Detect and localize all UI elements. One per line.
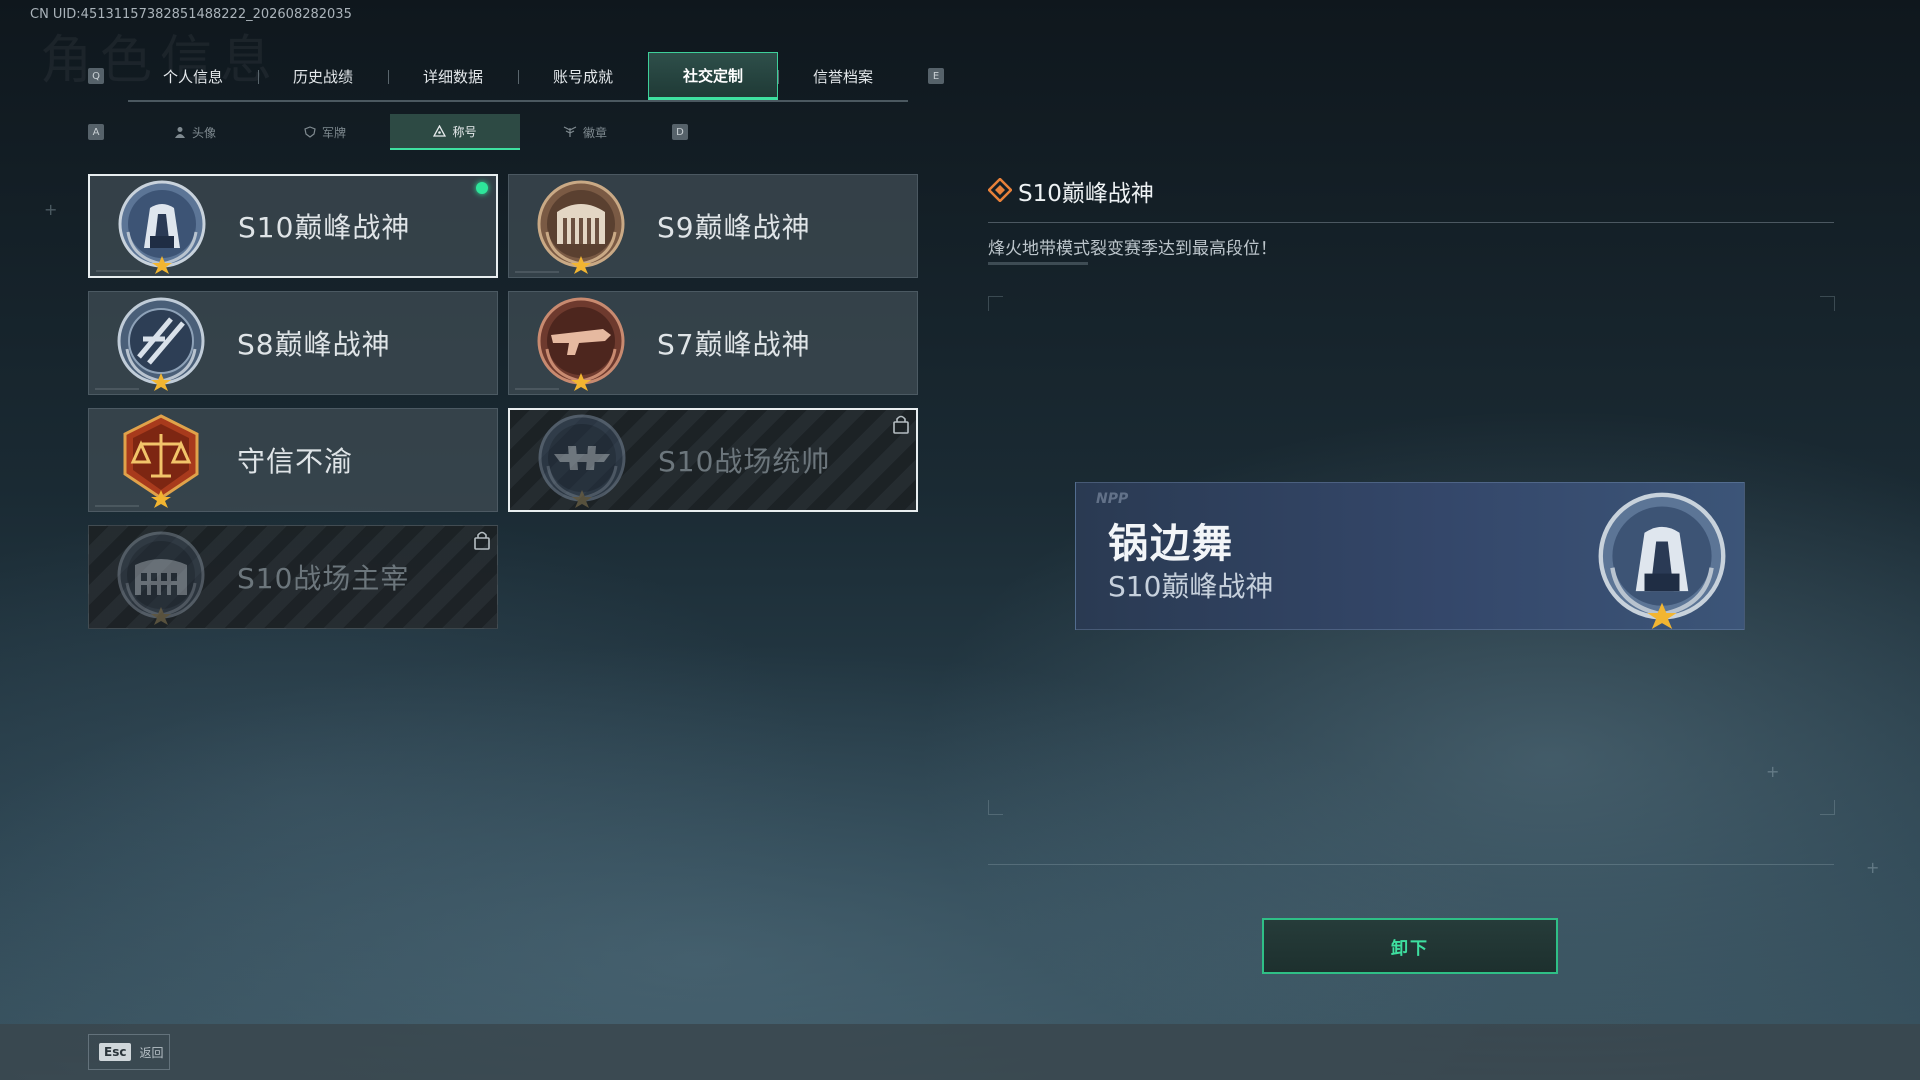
tab-detailed-data[interactable]: 详细数据 — [388, 52, 518, 100]
title-diamond-icon — [988, 178, 1012, 202]
sub-tabs: 头像 军牌 称号 徽章 — [130, 114, 650, 150]
frame-corner — [1820, 800, 1835, 815]
unequip-button[interactable]: 卸下 — [1262, 918, 1558, 974]
tower-emblem-icon — [1598, 492, 1726, 629]
card-decoration — [95, 505, 139, 507]
prev-tab-key[interactable]: Q — [88, 68, 104, 84]
main-tabs: 个人信息 历史战绩 详细数据 账号成就 社交定制 信誉档案 — [128, 52, 908, 102]
shield-icon — [304, 126, 316, 138]
crosshair-decoration: + — [1766, 762, 1780, 781]
title-card-s10-dominator[interactable]: S10战场主宰 — [88, 525, 498, 629]
subtab-avatar[interactable]: 头像 — [130, 114, 260, 150]
frame-corner — [988, 296, 1003, 311]
title-name: 守信不渝 — [237, 445, 354, 478]
esc-key: Esc — [99, 1043, 132, 1061]
subtab-label: 军牌 — [321, 125, 346, 140]
title-card-integrity[interactable]: 守信不渝 — [88, 408, 498, 512]
gate-emblem-icon — [537, 180, 625, 274]
slash-emblem-icon — [117, 297, 205, 391]
wings-icon — [563, 126, 577, 137]
card-decoration — [515, 271, 559, 273]
scales-emblem-icon — [123, 414, 199, 508]
aircraft-emblem-icon — [538, 414, 626, 508]
crosshair-decoration: + — [1866, 858, 1880, 877]
banner-player-name: 锅边舞 — [1108, 521, 1234, 567]
tab-history[interactable]: 历史战绩 — [258, 52, 388, 100]
panel-divider — [988, 864, 1834, 865]
tab-reputation[interactable]: 信誉档案 — [778, 52, 908, 100]
subtab-badge[interactable]: 徽章 — [520, 114, 650, 150]
subtab-label: 徽章 — [582, 125, 607, 140]
npp-logo: NPP — [1096, 491, 1129, 507]
detail-decoration — [988, 262, 1088, 265]
title-card-s10-commander[interactable]: S10战场统帅 — [508, 408, 918, 512]
user-uid: CN UID:451311573828514882​22_20260828203… — [30, 7, 352, 22]
card-decoration — [95, 388, 139, 390]
triangle-icon — [433, 125, 447, 137]
tab-personal-info[interactable]: 个人信息 — [128, 52, 258, 100]
frame-corner — [1820, 296, 1835, 311]
rifle-emblem-icon — [537, 297, 625, 391]
tab-social-customization[interactable]: 社交定制 — [648, 52, 778, 100]
subtab-label: 头像 — [191, 125, 216, 140]
back-label: 返回 — [139, 1045, 164, 1060]
title-card-s7-peak[interactable]: S7巅峰战神 — [508, 291, 918, 395]
crosshair-decoration: + — [44, 200, 58, 219]
title-name: S10巅峰战神 — [238, 211, 411, 244]
footer-bar — [0, 1024, 1920, 1080]
lock-icon — [474, 531, 490, 550]
title-card-s8-peak[interactable]: S8巅峰战神 — [88, 291, 498, 395]
title-banner-preview: NPP 锅边舞 S10巅峰战神 — [1075, 482, 1745, 630]
tower-emblem-icon — [118, 180, 206, 274]
title-card-s10-peak[interactable]: S10巅峰战神 — [88, 174, 498, 278]
detail-title: S10巅峰战神 — [1018, 181, 1154, 207]
person-icon — [174, 127, 185, 138]
subtab-dogtag[interactable]: 军牌 — [260, 114, 390, 150]
prev-subtab-key[interactable]: A — [88, 124, 104, 140]
colosseum-emblem-icon — [117, 531, 205, 625]
back-button[interactable]: Esc 返回 — [88, 1034, 170, 1070]
next-tab-key[interactable]: E — [928, 68, 944, 84]
detail-divider — [988, 222, 1834, 223]
frame-corner — [988, 800, 1003, 815]
title-name: S8巅峰战神 — [237, 328, 391, 361]
title-name: S10战场统帅 — [658, 445, 831, 478]
title-card-s9-peak[interactable]: S9巅峰战神 — [508, 174, 918, 278]
title-name: S7巅峰战神 — [657, 328, 811, 361]
card-decoration — [515, 388, 559, 390]
tab-achievements[interactable]: 账号成就 — [518, 52, 648, 100]
card-decoration — [96, 270, 140, 272]
lock-icon — [893, 415, 909, 434]
subtab-title[interactable]: 称号 — [390, 114, 520, 150]
next-subtab-key[interactable]: D — [672, 124, 688, 140]
banner-title: S10巅峰战神 — [1108, 570, 1274, 603]
title-name: S9巅峰战神 — [657, 211, 811, 244]
equipped-indicator — [476, 182, 488, 194]
subtab-label: 称号 — [452, 124, 477, 139]
title-name: S10战场主宰 — [237, 562, 410, 595]
detail-description: 烽火地带模式裂变赛季达到最高段位！ — [988, 239, 1277, 259]
